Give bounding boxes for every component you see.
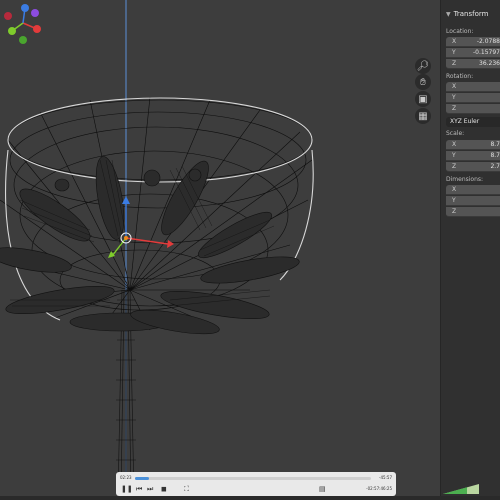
petals <box>0 156 300 335</box>
scale-z-field[interactable]: Z 2.7 <box>446 162 500 172</box>
wireframe-mesh <box>0 0 314 500</box>
dimensions-y-field[interactable]: Y <box>446 196 500 206</box>
3d-viewport[interactable]: 🔎︎ ✋︎ ▣ ▦ <box>0 0 440 500</box>
stop-icon[interactable]: ◼ <box>161 485 167 493</box>
rotation-y-field[interactable]: Y <box>446 93 500 103</box>
scale-x-field[interactable]: X 8.7 <box>446 140 500 150</box>
location-label: Location: <box>446 28 474 35</box>
fullscreen-icon[interactable]: ⛶ <box>184 485 189 493</box>
forward-icon[interactable]: ⏭ <box>147 485 153 493</box>
hand-icon[interactable]: ✋︎ <box>415 74 431 90</box>
dimensions-x-field[interactable]: X <box>446 185 500 195</box>
rotation-label: Rotation: <box>446 73 474 80</box>
transform-panel-header[interactable]: ▼ Transform <box>446 10 488 18</box>
volume-slider[interactable] <box>443 484 479 494</box>
location-x-field[interactable]: X -2.0788 <box>446 37 500 47</box>
scale-y-field[interactable]: Y 8.7 <box>446 151 500 161</box>
seek-progress <box>135 477 150 480</box>
location-y-field[interactable]: Y -0.15797 <box>446 48 500 58</box>
chevron-down-icon: ▼ <box>446 11 451 18</box>
remaining-time: -02:57:46:25 <box>366 486 392 491</box>
captions-icon[interactable]: ▤ <box>319 485 326 493</box>
grid-icon[interactable]: ▦ <box>415 108 431 124</box>
location-z-field[interactable]: Z 36.236 <box>446 59 500 69</box>
pause-icon[interactable]: ❚❚ <box>121 485 133 493</box>
transform-title: Transform <box>453 10 489 18</box>
dimensions-label: Dimensions: <box>446 176 484 183</box>
video-player-controls: 02:23 -45:57 ❚❚ ⏮ ⏭ ◼ ⛶ ▤ -02:57:46:25 <box>116 472 479 496</box>
rotation-mode-dropdown[interactable]: XYZ Euler <box>446 117 500 127</box>
rewind-icon[interactable]: ⏮ <box>136 485 142 493</box>
elapsed-time: 02:23 <box>120 475 132 480</box>
dimensions-z-field[interactable]: Z <box>446 207 500 217</box>
rotation-z-field[interactable]: Z <box>446 104 500 114</box>
scale-label: Scale: <box>446 130 465 137</box>
camera-icon[interactable]: ▣ <box>415 91 431 107</box>
rotation-x-field[interactable]: X <box>446 82 500 92</box>
timeline-strip[interactable] <box>0 496 500 500</box>
seek-bar[interactable] <box>135 477 371 480</box>
end-time: -45:57 <box>379 475 392 480</box>
navigation-gizmo[interactable] <box>0 0 46 46</box>
zoom-icon[interactable]: 🔎︎ <box>415 58 431 74</box>
